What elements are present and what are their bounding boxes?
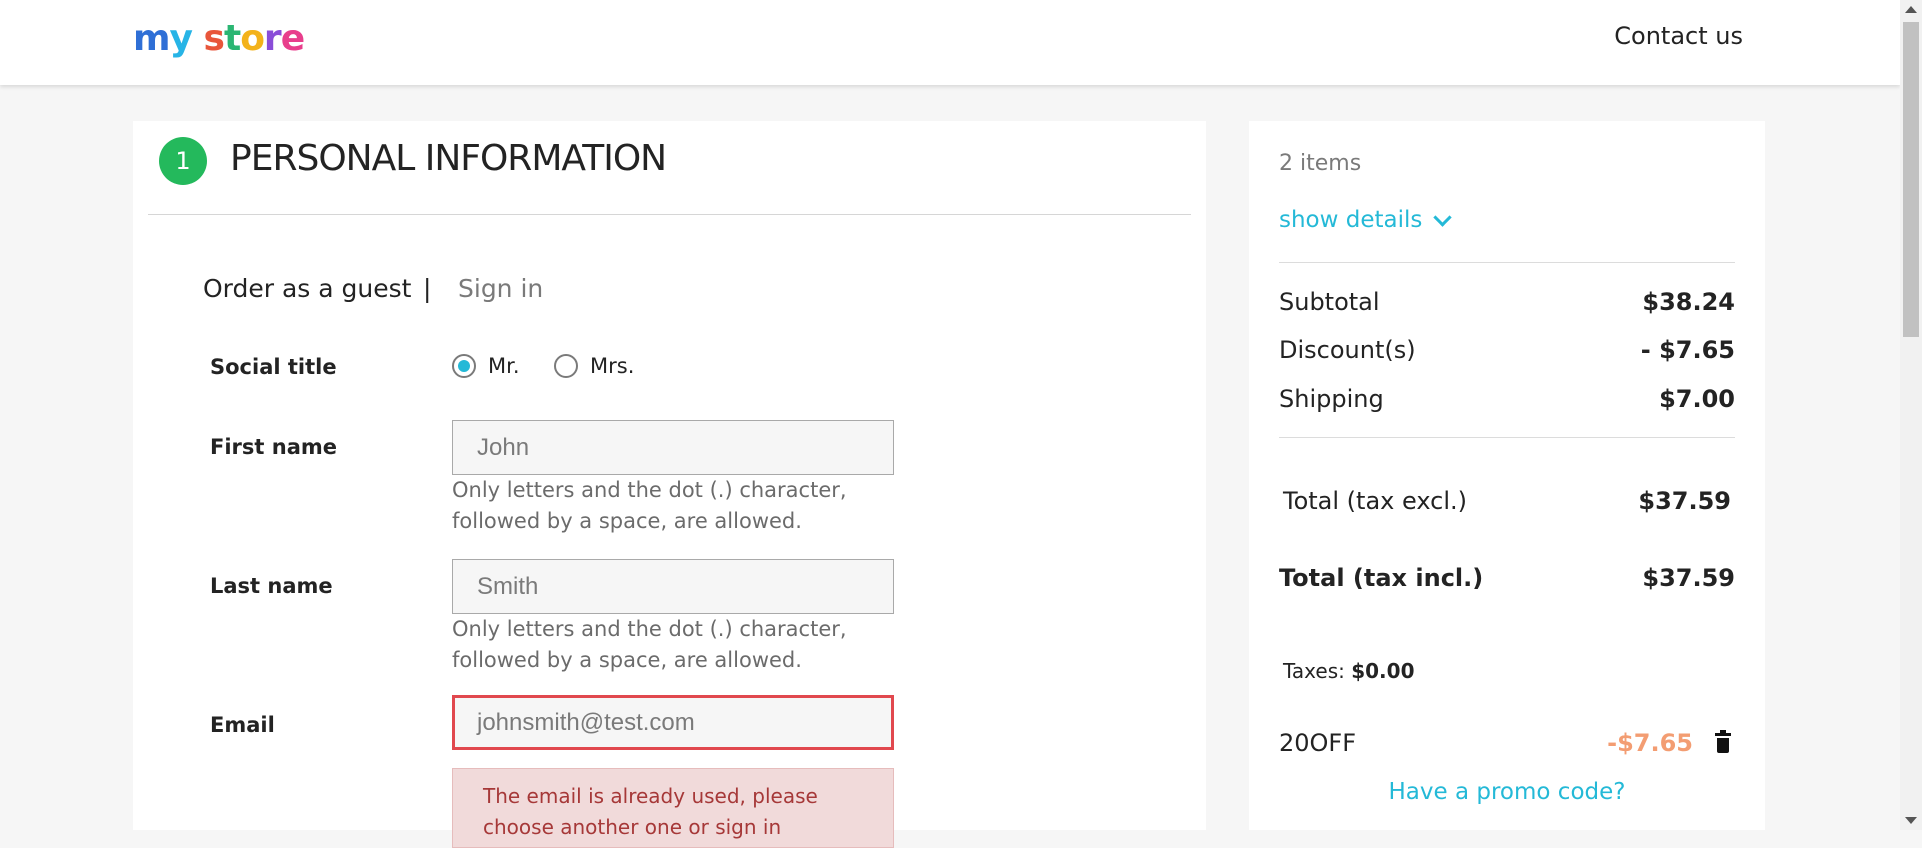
total-incl-label: Total (tax incl.) [1279, 564, 1484, 592]
first-name-field[interactable]: John [452, 420, 894, 475]
site-header: my store Contact us [0, 0, 1900, 85]
discount-label: Discount(s) [1279, 336, 1416, 364]
tab-sign-in[interactable]: Sign in [458, 272, 543, 306]
email-error-alert: The email is already used, please choose… [452, 768, 894, 848]
step-title[interactable]: PERSONAL INFORMATION [230, 135, 667, 183]
radio-mr[interactable]: Mr. [452, 354, 520, 378]
contact-us-link[interactable]: Contact us [1614, 20, 1743, 52]
last-name-help: Only letters and the dot (.) character, … [452, 617, 847, 672]
scroll-thumb[interactable] [1903, 22, 1919, 337]
taxes-label: Taxes: [1283, 659, 1345, 683]
scroll-down-icon[interactable] [1905, 817, 1917, 824]
email-label: Email [210, 713, 275, 737]
chevron-down-icon [1433, 207, 1453, 227]
shipping-label: Shipping [1279, 385, 1384, 413]
social-title-label: Social title [210, 355, 337, 379]
radio-mrs[interactable]: Mrs. [554, 354, 634, 378]
subtotal-value: $38.24 [1642, 288, 1735, 316]
discount-value: - $7.65 [1640, 336, 1735, 364]
last-name-label: Last name [210, 574, 333, 598]
radio-unchecked-icon[interactable] [554, 354, 578, 378]
section-divider [148, 214, 1191, 215]
tab-order-as-guest[interactable]: Order as a guest [203, 272, 411, 306]
last-name-field[interactable]: Smith [452, 559, 894, 614]
taxes-value: $0.00 [1351, 659, 1415, 683]
scroll-up-icon[interactable] [1905, 6, 1917, 13]
scrollbar[interactable] [1900, 0, 1922, 830]
trash-icon[interactable] [1715, 730, 1731, 753]
tab-separator: | [423, 274, 432, 303]
applied-promo-row: 20OFF -$7.65 [1279, 727, 1735, 759]
personal-information-section: 1 PERSONAL INFORMATION Order as a guest … [133, 121, 1206, 848]
taxes-row: Taxes: $0.00 [1283, 657, 1414, 685]
total-excl-value: $37.59 [1638, 487, 1731, 515]
radio-mr-label: Mr. [488, 354, 520, 378]
radio-mrs-label: Mrs. [590, 354, 635, 378]
summary-divider-2 [1279, 437, 1735, 438]
subtotal-row: Subtotal $38.24 [1279, 286, 1735, 318]
subtotal-label: Subtotal [1279, 288, 1380, 316]
cart-summary: 2 items show details Subtotal $38.24 Dis… [1249, 121, 1765, 830]
shipping-row: Shipping $7.00 [1279, 383, 1735, 415]
items-count: 2 items [1279, 151, 1362, 176]
first-name-label: First name [210, 435, 337, 459]
have-promo-code-link[interactable]: Have a promo code? [1249, 777, 1765, 807]
show-details-label: show details [1279, 207, 1423, 233]
summary-divider [1279, 262, 1735, 263]
discount-row: Discount(s) - $7.65 [1279, 334, 1735, 366]
first-name-help: Only letters and the dot (.) character, … [452, 478, 847, 533]
radio-checked-icon[interactable] [452, 354, 476, 378]
total-excl-label: Total (tax excl.) [1283, 487, 1467, 515]
step-number-badge: 1 [159, 137, 207, 185]
total-excl-row: Total (tax excl.) $37.59 [1283, 485, 1731, 517]
promo-code-name: 20OFF [1279, 729, 1357, 757]
total-incl-row: Total (tax incl.) $37.59 [1279, 562, 1735, 594]
total-incl-value: $37.59 [1642, 564, 1735, 592]
show-details-toggle[interactable]: show details [1279, 205, 1453, 235]
promo-discount-value: -$7.65 [1607, 729, 1693, 757]
email-field[interactable]: johnsmith@test.com [452, 695, 894, 750]
shipping-value: $7.00 [1659, 385, 1735, 413]
store-logo[interactable]: my store [133, 15, 305, 63]
